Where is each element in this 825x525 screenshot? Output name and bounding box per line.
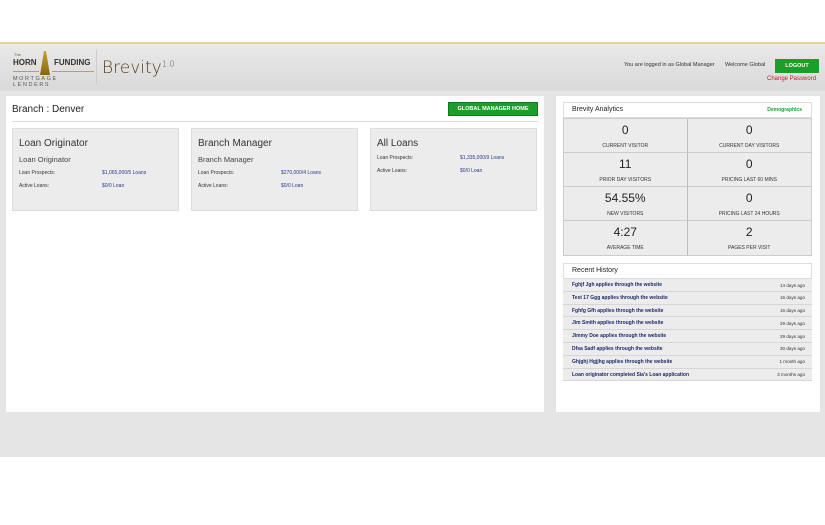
loan-prospects-label: Loan Prospects:: [198, 170, 235, 176]
divider: [12, 121, 538, 122]
stat-new-visitors: 54.55% NEW VISITORS: [564, 187, 688, 221]
history-item[interactable]: Dfsa Sadf applies through the website 30 …: [563, 342, 812, 356]
branch-manager-card[interactable]: Branch Manager Branch Manager Loan Prosp…: [191, 128, 358, 211]
stat-current-visitor: 0 CURRENT VISITOR: [564, 119, 688, 153]
stat-label: PRIOR DAY VISITORS: [599, 176, 652, 183]
logo-line: [52, 71, 94, 72]
stat-value: 54.55%: [604, 190, 646, 205]
stat-current-day-visitors: 0 CURRENT DAY VISITORS: [687, 119, 811, 153]
history-time: 30 days ago: [779, 346, 805, 352]
stat-label: CURRENT VISITOR: [602, 142, 649, 149]
card-title: Branch Manager: [198, 138, 272, 149]
history-text[interactable]: Fghfg Gfh applies through the website: [572, 308, 663, 314]
history-item[interactable]: Test 17 Ggg applies through the website 1…: [563, 291, 812, 305]
stat-value: 0: [745, 122, 753, 137]
active-loans-label: Active Loans:: [377, 168, 408, 174]
app-name: Brevity1.0: [102, 58, 174, 78]
history-item[interactable]: Fghfg Gfh applies through the website 16 …: [563, 304, 812, 318]
stat-pricing-60-mins: 0 PRICING LAST 60 MINS: [687, 153, 811, 187]
history-item[interactable]: Fghjf Jgh applies through the website 14 …: [563, 279, 812, 292]
history-time: 16 days ago: [779, 295, 805, 301]
loan-prospects-value[interactable]: $1,065,000/5 Loans: [102, 170, 146, 176]
history-item[interactable]: Jimmy Doe applies through the website 29 …: [563, 330, 812, 343]
stat-value: 4:27: [613, 225, 637, 239]
loan-prospects-label: Loan Prospects:: [377, 155, 414, 161]
logged-in-text: You are logged in as Global Manager: [624, 62, 715, 68]
global-manager-home-button[interactable]: GLOBAL MANAGER HOME: [448, 102, 538, 116]
logo-line: [13, 71, 39, 72]
change-password-link[interactable]: Change Password: [767, 76, 816, 82]
stat-value: 0: [621, 122, 629, 137]
stat-pricing-24-hours: 0 PRICING LAST 24 HOURS: [687, 187, 811, 221]
branch-panel: Branch : Denver GLOBAL MANAGER HOME Loan…: [6, 96, 544, 412]
recent-history-title: Recent History: [572, 267, 618, 274]
header-divider: [96, 50, 97, 84]
stat-label: CURRENT DAY VISITORS: [719, 142, 780, 149]
history-text[interactable]: Test 17 Ggg applies through the website: [572, 295, 668, 301]
history-item[interactable]: Ghjghj Hgjjhg applies through the websit…: [563, 355, 812, 369]
card-subtitle: Branch Manager: [198, 155, 254, 164]
horn-funding-logo[interactable]: The HORN FUNDING MORTGAGE LENDERS: [12, 49, 96, 88]
history-text[interactable]: Dfsa Sadf applies through the website: [572, 346, 663, 352]
logout-button[interactable]: LOGOUT: [775, 59, 819, 73]
history-item[interactable]: Loan originator completed Sia's Loan app…: [563, 368, 812, 382]
logo-the: The: [14, 52, 21, 57]
card-title: All Loans: [377, 138, 419, 149]
stat-label: PRICING LAST 60 MINS: [721, 176, 777, 183]
stat-value: 2: [745, 225, 753, 239]
stat-label: NEW VISITORS: [607, 210, 644, 217]
active-loans-value[interactable]: $0/0 Loan: [102, 183, 124, 189]
loan-originator-card[interactable]: Loan Originator Loan Originator Loan Pro…: [12, 128, 179, 211]
stat-label: AVERAGE TIME: [606, 245, 644, 251]
active-loans-value[interactable]: $0/0 Loan: [281, 183, 303, 189]
history-time: 16 days ago: [779, 308, 805, 314]
logo-funding: FUNDING: [54, 58, 91, 67]
stat-value: 11: [619, 156, 632, 171]
loan-prospects-value[interactable]: $1,335,000/9 Loans: [460, 155, 504, 161]
stat-prior-day-visitors: 11 PRIOR DAY VISITORS: [564, 153, 688, 187]
history-text[interactable]: Fghjf Jgh applies through the website: [572, 282, 662, 288]
stat-label: PAGES PER VISIT: [728, 245, 771, 251]
loan-prospects-value[interactable]: $270,000/4 Loans: [281, 170, 321, 176]
history-text[interactable]: Jim Smith applies through the website: [572, 320, 663, 326]
branch-title: Branch : Denver: [12, 104, 85, 115]
analytics-panel: Brevity Analytics Demographics 0 CURRENT …: [556, 96, 820, 412]
stat-value: 0: [745, 156, 753, 171]
card-title: Loan Originator: [19, 138, 88, 149]
demographics-link[interactable]: Demographics: [767, 107, 802, 113]
history-text[interactable]: Loan originator completed Sia's Loan app…: [572, 372, 689, 378]
trumpet-icon: [40, 51, 50, 75]
active-loans-value[interactable]: $0/0 Loan: [460, 168, 482, 174]
active-loans-label: Active Loans:: [19, 183, 50, 189]
active-loans-label: Active Loans:: [198, 183, 229, 189]
analytics-title: Brevity Analytics: [572, 106, 623, 113]
history-time: 29 days ago: [779, 333, 805, 339]
card-subtitle: Loan Originator: [19, 155, 71, 164]
history-time: 14 days ago: [779, 282, 805, 288]
history-text[interactable]: Ghjghj Hgjjhg applies through the websit…: [572, 359, 672, 365]
stat-value: 0: [745, 190, 753, 205]
header: The HORN FUNDING MORTGAGE LENDERS Brevit…: [0, 44, 825, 91]
stat-pages-per-visit: 2 PAGES PER VISIT: [688, 221, 812, 255]
recent-history-list: Fghjf Jgh applies through the website 14 …: [563, 279, 812, 382]
welcome-text: Welcome Global: [725, 62, 766, 68]
recent-history-header: Recent History: [563, 263, 812, 279]
history-time: 3 months ago: [777, 372, 805, 378]
app-name-text: Brevity: [102, 58, 162, 78]
all-loans-card[interactable]: All Loans Loan Prospects: $1,335,000/9 L…: [370, 128, 537, 211]
history-text[interactable]: Jimmy Doe applies through the website: [572, 333, 666, 339]
logo-tagline: MORTGAGE LENDERS: [13, 76, 58, 88]
app-version: 1.0: [161, 59, 175, 69]
analytics-grid: 0 CURRENT VISITOR 0 CURRENT DAY VISITORS 1…: [563, 118, 812, 256]
stat-average-time: 4:27 AVERAGE TIME: [564, 221, 688, 255]
stat-label: PRICING LAST 24 HOURS: [718, 210, 780, 217]
history-item[interactable]: Jim Smith applies through the website 29 …: [563, 317, 812, 331]
analytics-header: Brevity Analytics Demographics: [563, 102, 812, 118]
loan-prospects-label: Loan Prospects:: [19, 170, 56, 176]
history-time: 1 month ago: [779, 359, 805, 365]
logo-horn: HORN: [13, 58, 37, 67]
history-time: 29 days ago: [779, 320, 805, 326]
